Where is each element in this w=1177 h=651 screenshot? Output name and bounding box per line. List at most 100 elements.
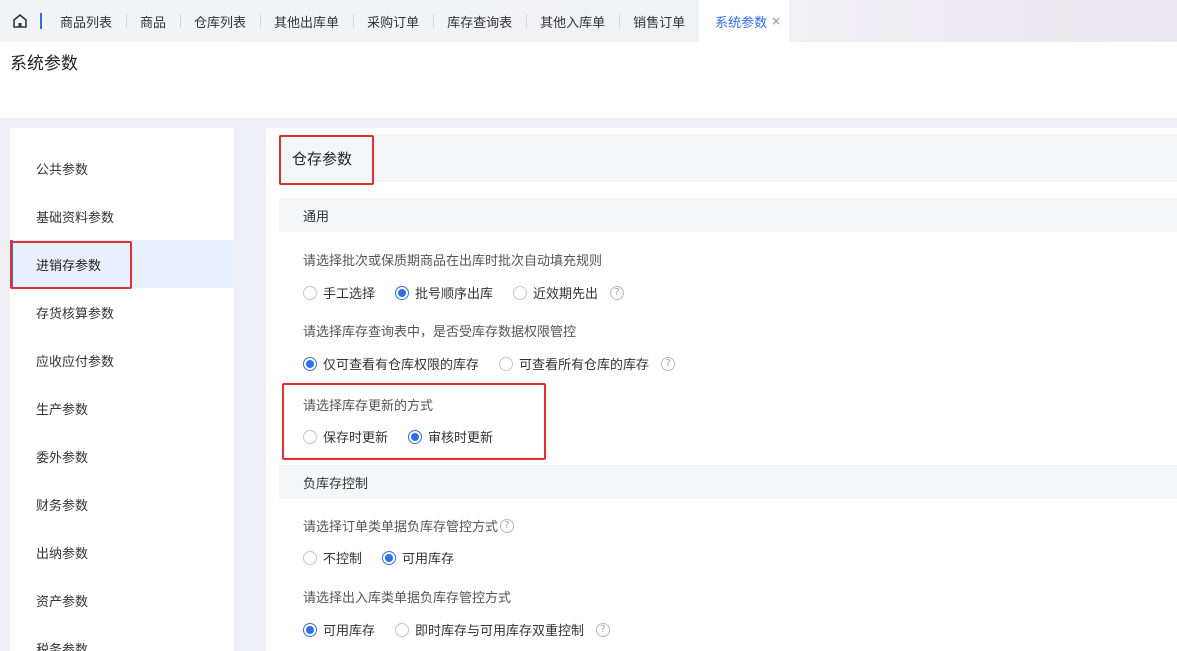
setting-inventory-update-label: 请选择库存更新的方式 xyxy=(303,399,434,414)
tab-label: 采购订单 xyxy=(367,15,420,31)
radio-available-stock-io[interactable]: 可用库存 xyxy=(303,620,375,639)
question-text: 请选择订单类单据负库存管控方式 xyxy=(303,520,499,535)
radio-circle xyxy=(513,285,528,300)
radio-circle xyxy=(395,622,410,637)
setting-io-negative-label: 请选择出入库类单据负库存管控方式 xyxy=(303,591,512,606)
radio-label: 审核时更新 xyxy=(428,431,494,446)
radio-label: 不控制 xyxy=(323,552,363,567)
radio-circle-selected xyxy=(382,550,397,565)
radio-circle xyxy=(303,550,317,565)
radio-circle xyxy=(303,429,317,444)
sidebar-item-label: 委外参数 xyxy=(36,450,89,466)
help-icon[interactable]: ? xyxy=(610,285,625,300)
tab-label: 仓库列表 xyxy=(194,15,247,31)
radio-permitted-warehouses-only[interactable]: 仅可查看有仓库权限的库存 xyxy=(303,354,479,373)
sidebar-item-label: 财务参数 xyxy=(36,498,89,514)
radio-label: 仅可查看有仓库权限的库存 xyxy=(323,358,480,373)
tab-product[interactable]: 商品 xyxy=(126,0,180,42)
help-icon[interactable]: ? xyxy=(661,356,676,371)
radio-label: 近效期先出 xyxy=(533,287,599,302)
sidebar-item-label: 出纳参数 xyxy=(36,546,89,562)
radio-circle-selected xyxy=(395,285,410,300)
sidebar-item-public[interactable]: 公共参数 xyxy=(10,144,234,192)
radio-label: 保存时更新 xyxy=(323,431,389,446)
tab-label: 系统参数 xyxy=(715,15,768,31)
setting-io-negative-options: 可用库存 即时库存与可用库存双重控制 ? xyxy=(303,620,611,639)
help-icon[interactable]: ? xyxy=(500,518,515,533)
tab-bar: 商品列表 商品 仓库列表 其他出库单 采购订单 库存查询表 其他入库单 销售订单… xyxy=(0,0,1177,42)
close-icon[interactable]: × xyxy=(771,14,781,28)
radio-label: 可查看所有仓库的库存 xyxy=(519,358,650,373)
page-header: 系统参数 xyxy=(0,42,1177,118)
sidebar-item-label: 存货核算参数 xyxy=(36,306,115,322)
radio-circle xyxy=(499,356,514,371)
setting-order-negative-options: 不控制 可用库存 xyxy=(303,548,474,567)
sidebar-item-label: 资产参数 xyxy=(36,594,89,610)
radio-manual-select[interactable]: 手工选择 xyxy=(303,283,375,302)
radio-all-warehouses[interactable]: 可查看所有仓库的库存 xyxy=(499,354,649,373)
radio-label: 可用库存 xyxy=(402,552,455,567)
radio-dual-control[interactable]: 即时库存与可用库存双重控制 xyxy=(395,620,584,639)
setting-batch-fill-label: 请选择批次或保质期商品在出库时批次自动填充规则 xyxy=(303,254,603,269)
tab-label: 商品列表 xyxy=(60,15,113,31)
group-negative-inventory: 负库存控制 xyxy=(279,465,1177,499)
sidebar-item-purchase-sales-inventory[interactable]: 进销存参数 xyxy=(10,240,234,288)
setting-inventory-permission-options: 仅可查看有仓库权限的库存 可查看所有仓库的库存 ? xyxy=(303,354,676,373)
radio-label: 即时库存与可用库存双重控制 xyxy=(415,624,585,639)
sidebar-item-basic-data[interactable]: 基础资料参数 xyxy=(10,192,234,240)
sidebar-item-label: 基础资料参数 xyxy=(36,210,115,226)
tab-other-outbound[interactable]: 其他出库单 xyxy=(260,0,353,42)
tab-system-params[interactable]: 系统参数 × xyxy=(699,0,790,42)
tab-label: 销售订单 xyxy=(633,15,686,31)
sidebar-item-production[interactable]: 生产参数 xyxy=(10,384,234,432)
sidebar-item-label: 税务参数 xyxy=(36,642,89,651)
sidebar-item-finance[interactable]: 财务参数 xyxy=(10,480,234,528)
sidebar: 公共参数 基础资料参数 进销存参数 存货核算参数 应收应付参数 生产参数 委外参… xyxy=(10,128,234,651)
setting-inventory-permission-label: 请选择库存查询表中，是否受库存数据权限管控 xyxy=(303,325,577,340)
tab-inventory-query[interactable]: 库存查询表 xyxy=(433,0,526,42)
sidebar-item-outsourcing[interactable]: 委外参数 xyxy=(10,432,234,480)
radio-label: 可用库存 xyxy=(323,624,376,639)
radio-circle xyxy=(303,285,317,300)
section-title: 仓存参数 xyxy=(279,134,1177,182)
sidebar-item-assets[interactable]: 资产参数 xyxy=(10,576,234,624)
help-icon[interactable]: ? xyxy=(596,622,611,637)
sidebar-item-label: 生产参数 xyxy=(36,402,89,418)
sidebar-item-inventory-costing[interactable]: 存货核算参数 xyxy=(10,288,234,336)
radio-circle-selected xyxy=(303,356,317,371)
tab-product-list[interactable]: 商品列表 xyxy=(46,0,126,42)
radio-circle-selected xyxy=(408,429,423,444)
setting-inventory-update-options: 保存时更新 审核时更新 xyxy=(303,427,513,446)
radio-available-stock[interactable]: 可用库存 xyxy=(382,548,454,567)
sidebar-item-cashier[interactable]: 出纳参数 xyxy=(10,528,234,576)
settings-panel: 仓存参数 通用 请选择批次或保质期商品在出库时批次自动填充规则 手工选择 批号顺… xyxy=(266,128,1177,651)
sidebar-item-label: 进销存参数 xyxy=(36,258,102,274)
sidebar-item-receivable-payable[interactable]: 应收应付参数 xyxy=(10,336,234,384)
tab-label: 其他出库单 xyxy=(274,15,340,31)
radio-label: 批号顺序出库 xyxy=(415,287,494,302)
tab-warehouse-list[interactable]: 仓库列表 xyxy=(180,0,260,42)
page-title: 系统参数 xyxy=(10,54,78,74)
radio-label: 手工选择 xyxy=(323,287,376,302)
radio-no-control[interactable]: 不控制 xyxy=(303,548,362,567)
group-general: 通用 xyxy=(279,198,1177,232)
tab-label: 其他入库单 xyxy=(540,15,606,31)
radio-update-on-approve[interactable]: 审核时更新 xyxy=(408,427,493,446)
radio-batch-sequence[interactable]: 批号顺序出库 xyxy=(395,283,493,302)
home-button[interactable] xyxy=(0,0,40,42)
home-icon xyxy=(13,14,27,28)
setting-batch-fill-options: 手工选择 批号顺序出库 近效期先出 ? xyxy=(303,283,625,302)
tab-divider xyxy=(40,13,42,29)
tab-other-inbound[interactable]: 其他入库单 xyxy=(526,0,619,42)
radio-near-expiry-first[interactable]: 近效期先出 xyxy=(513,283,598,302)
tab-label: 商品 xyxy=(140,15,167,31)
tab-sales-order[interactable]: 销售订单 xyxy=(619,0,699,42)
radio-update-on-save[interactable]: 保存时更新 xyxy=(303,427,388,446)
sidebar-item-tax[interactable]: 税务参数 xyxy=(10,624,234,651)
setting-order-negative-label: 请选择订单类单据负库存管控方式 ? xyxy=(303,516,515,535)
tab-purchase-order[interactable]: 采购订单 xyxy=(353,0,433,42)
radio-circle-selected xyxy=(303,622,317,637)
sidebar-item-label: 应收应付参数 xyxy=(36,354,115,370)
sidebar-item-label: 公共参数 xyxy=(36,162,89,178)
tab-label: 库存查询表 xyxy=(447,15,513,31)
